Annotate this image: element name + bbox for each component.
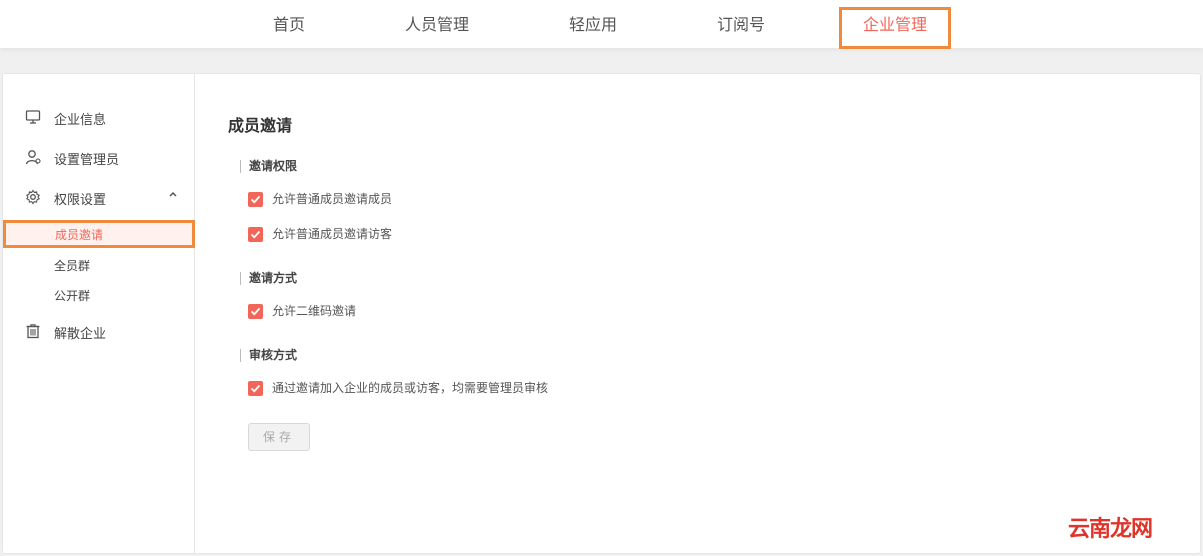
trash-icon	[25, 323, 41, 339]
sidebar-subitem-label: 全员群	[54, 259, 91, 273]
section-title-invite-permission: 邀请权限	[240, 160, 297, 173]
checkbox-checked[interactable]	[248, 381, 263, 396]
sidebar: 企业信息 设置管理员 权限设置 成员邀请 全员群 公开群 解散企业	[3, 74, 195, 553]
nav-light-apps[interactable]: 轻应用	[556, 0, 630, 48]
nav-home[interactable]: 首页	[262, 0, 316, 48]
sidebar-item-enterprise-info[interactable]: 企业信息	[3, 102, 195, 132]
checkbox-label: 允许二维码邀请	[272, 304, 357, 318]
page-title: 成员邀请	[228, 116, 293, 135]
gear-icon	[25, 189, 41, 205]
sidebar-item-dissolve-enterprise[interactable]: 解散企业	[3, 316, 195, 346]
checkbox-checked[interactable]	[248, 227, 263, 242]
section-title-review-method: 审核方式	[240, 349, 297, 362]
chevron-up-icon[interactable]	[167, 188, 179, 200]
save-button[interactable]: 保存	[248, 423, 310, 451]
sidebar-item-label: 企业信息	[54, 113, 107, 128]
checkbox-label: 允许普通成员邀请访客	[272, 227, 393, 241]
watermark-logo: 云南龙网	[1068, 517, 1153, 542]
checkbox-label: 通过邀请加入企业的成员或访客，均需要管理员审核	[272, 381, 549, 395]
sidebar-subitem-public-group[interactable]: 公开群	[3, 282, 195, 308]
nav-enterprise-management[interactable]: 企业管理	[839, 7, 951, 49]
admin-user-icon	[25, 149, 41, 165]
sidebar-subitem-label: 公开群	[54, 289, 91, 303]
sidebar-item-label: 权限设置	[54, 193, 107, 208]
section-title-invite-method: 邀请方式	[240, 272, 297, 285]
checkbox-checked[interactable]	[248, 192, 263, 207]
nav-subscriptions[interactable]: 订阅号	[706, 0, 776, 48]
sidebar-subitem-all-members-group[interactable]: 全员群	[3, 252, 195, 278]
sidebar-subitem-label: 成员邀请	[55, 228, 104, 242]
main-panel: 企业信息 设置管理员 权限设置 成员邀请 全员群 公开群 解散企业 成员邀请 邀…	[2, 73, 1201, 554]
monitor-icon	[25, 109, 41, 125]
sidebar-subitem-member-invite[interactable]: 成员邀请	[3, 220, 195, 248]
sidebar-item-label: 设置管理员	[54, 153, 120, 168]
checkbox-label: 允许普通成员邀请成员	[272, 192, 393, 206]
sidebar-item-permissions[interactable]: 权限设置	[3, 182, 195, 212]
sidebar-item-label: 解散企业	[54, 327, 107, 342]
sidebar-item-set-admin[interactable]: 设置管理员	[3, 142, 195, 172]
checkbox-checked[interactable]	[248, 304, 263, 319]
nav-people[interactable]: 人员管理	[398, 0, 476, 48]
top-navigation: 首页 人员管理 轻应用 订阅号 企业管理	[0, 0, 1203, 49]
